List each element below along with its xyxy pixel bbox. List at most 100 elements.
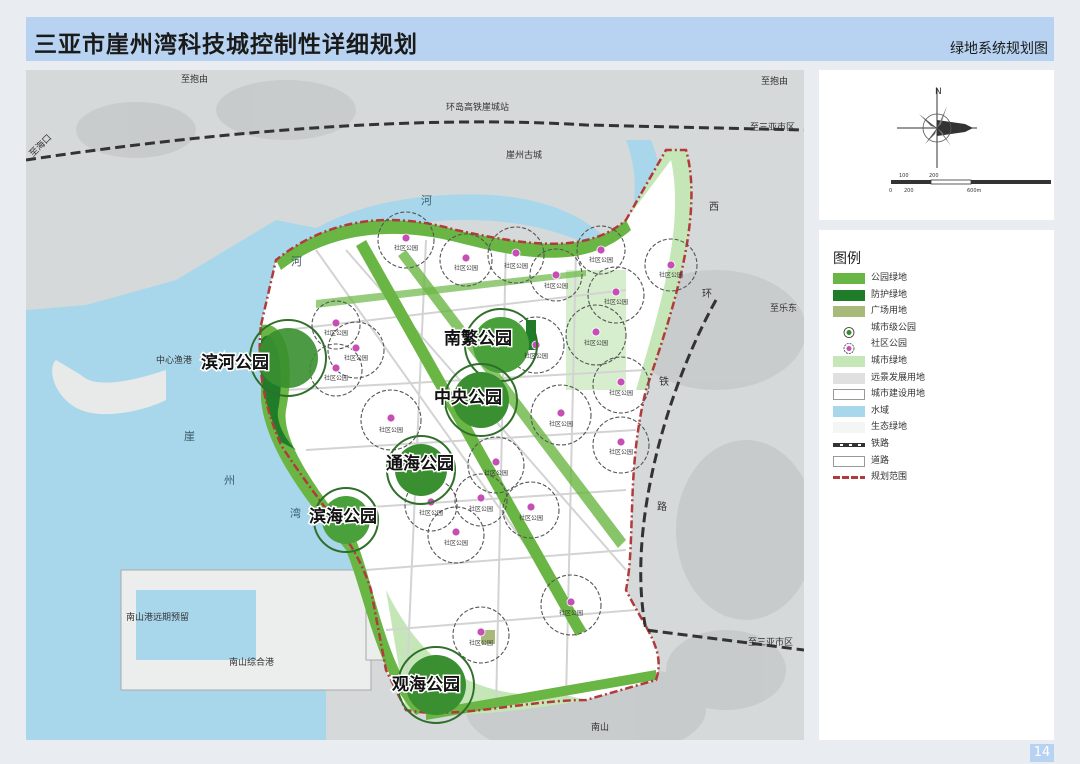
legend-label: 城市绿地 bbox=[871, 356, 908, 366]
legend-swatch bbox=[833, 443, 865, 447]
legend-label: 城市级公园 bbox=[871, 322, 917, 333]
cp-label: 社区公园 bbox=[589, 256, 613, 264]
legend-label: 水域 bbox=[871, 405, 890, 416]
legend-item: 道路 bbox=[833, 455, 1043, 469]
legend-item: 公园绿地 bbox=[833, 272, 1043, 286]
label-zhibaoyou-right: 至抱由 bbox=[761, 75, 788, 87]
bay-char-1: 崖 bbox=[184, 430, 195, 443]
legend-item: 社区公园 bbox=[833, 338, 1043, 355]
cp-label: 社区公园 bbox=[604, 298, 628, 306]
map-subtitle: 绿地系统规划图 bbox=[950, 41, 1048, 57]
cp-label: 社区公园 bbox=[324, 374, 348, 382]
wind-rose-icon bbox=[897, 88, 977, 168]
legend-item: 防护绿地 bbox=[833, 289, 1043, 303]
cp-label: 社区公园 bbox=[379, 426, 403, 434]
cp-label: 社区公园 bbox=[549, 420, 573, 428]
legend-label: 公园绿地 bbox=[871, 273, 908, 283]
legend-item: 广场用地 bbox=[833, 305, 1043, 319]
legend-label: 铁路 bbox=[871, 439, 890, 449]
compass-panel: N 100 200 0 200 600m bbox=[819, 70, 1054, 220]
legend-item: 规划范围 bbox=[833, 471, 1043, 485]
legend-label: 广场用地 bbox=[871, 306, 908, 317]
legend-label: 城市建设用地 bbox=[871, 389, 926, 400]
label-nanshan: 南山 bbox=[591, 721, 609, 733]
label-zhiledong: 至乐东 bbox=[770, 302, 797, 314]
legend-swatch bbox=[833, 422, 865, 434]
cp-label: 社区公园 bbox=[524, 352, 548, 360]
bay-char-3: 湾 bbox=[290, 506, 301, 520]
scale-bottom-1: 0 bbox=[889, 188, 892, 194]
label-nanshan-far: 南山港远期预留 bbox=[126, 611, 189, 623]
cp-label: 社区公园 bbox=[344, 354, 368, 362]
scale-top-1: 100 bbox=[899, 173, 909, 179]
scale-bottom-3: 600m bbox=[967, 188, 982, 194]
legend-swatch bbox=[833, 356, 865, 367]
cp-label: 社区公园 bbox=[519, 514, 543, 522]
label-sanya-top: 至三亚市区 bbox=[750, 121, 795, 133]
rail-char-3: 铁 bbox=[659, 375, 669, 388]
label-huandao-rail: 环岛高铁崖城站 bbox=[446, 101, 509, 113]
cp-label: 社区公园 bbox=[484, 469, 508, 477]
legend-swatch bbox=[833, 476, 865, 480]
cp-label: 社区公园 bbox=[544, 282, 568, 290]
legend-swatch bbox=[833, 273, 865, 284]
cp-label: 社区公园 bbox=[659, 271, 683, 279]
cp-label: 社区公园 bbox=[584, 339, 608, 347]
legend-label: 远景发展用地 bbox=[871, 372, 926, 383]
page-title: 三亚市崖州湾科技城控制性详细规划 bbox=[34, 32, 418, 58]
river-char-1: 河 bbox=[291, 255, 302, 268]
legend-label: 生态绿地 bbox=[871, 422, 908, 433]
legend-swatch bbox=[833, 372, 865, 384]
legend-swatch bbox=[833, 389, 865, 401]
park-label-tonghai: 通海公园 bbox=[386, 453, 454, 474]
cp-label: 社区公园 bbox=[469, 639, 493, 647]
legend-swatch bbox=[833, 306, 865, 318]
legend-swatch bbox=[833, 339, 865, 355]
legend-label: 道路 bbox=[871, 455, 890, 466]
cp-label: 社区公园 bbox=[394, 244, 418, 252]
north-label: N bbox=[935, 87, 942, 97]
legend-item: 铁路 bbox=[833, 438, 1043, 452]
label-zhibaoyou-top: 至抱由 bbox=[181, 73, 208, 85]
bay-char-2: 州 bbox=[224, 474, 235, 487]
cp-label: 社区公园 bbox=[469, 505, 493, 513]
label-zhongxin-port: 中心渔港 bbox=[156, 354, 192, 366]
cp-label: 社区公园 bbox=[609, 389, 633, 397]
cp-label: 社区公园 bbox=[504, 262, 528, 270]
map-canvas: 至抱由 至抱由 至海口 至三亚市区 至三亚市区 至乐东 环岛高铁崖城站 崖州古城… bbox=[26, 70, 804, 740]
scale-top-2: 200 bbox=[929, 173, 939, 179]
legend-label: 防护绿地 bbox=[871, 289, 908, 300]
nanshan-basin bbox=[136, 590, 256, 660]
cp-label: 社区公园 bbox=[609, 448, 633, 456]
legend-swatch bbox=[833, 455, 865, 467]
label-sanya-bottom: 至三亚市区 bbox=[748, 636, 793, 648]
rail-char-4: 路 bbox=[657, 500, 667, 513]
legend-swatch bbox=[833, 323, 865, 338]
rail-char-1: 西 bbox=[709, 202, 719, 213]
legend-item: 城市绿地 bbox=[833, 355, 1043, 369]
scale-bottom-2: 200 bbox=[904, 188, 914, 194]
park-label-binhe: 滨河公园 bbox=[201, 352, 269, 373]
cp-label: 社区公园 bbox=[419, 509, 443, 517]
legend-title: 图例 bbox=[833, 251, 861, 267]
label-yazhou-old: 崖州古城 bbox=[506, 149, 542, 161]
header-bar: 三亚市崖州湾科技城控制性详细规划 绿地系统规划图 bbox=[26, 17, 1054, 61]
legend-item: 生态绿地 bbox=[833, 421, 1043, 435]
cp-label: 社区公园 bbox=[444, 539, 468, 547]
legend-item: 城市建设用地 bbox=[833, 388, 1043, 402]
park-label-guanhai: 观海公园 bbox=[391, 674, 460, 695]
legend-swatch bbox=[833, 405, 865, 417]
cp-label: 社区公园 bbox=[454, 264, 478, 272]
park-label-nanfan: 南繁公园 bbox=[444, 328, 512, 349]
label-nanshan-port: 南山综合港 bbox=[229, 656, 274, 668]
legend-item: 城市级公园 bbox=[833, 322, 1043, 338]
legend-panel: 图例 公园绿地防护绿地广场用地城市级公园社区公园 城市绿地远景发展用地 城市建设用地… bbox=[819, 230, 1054, 740]
river-char-2: 河 bbox=[421, 194, 432, 207]
cp-label: 社区公园 bbox=[324, 329, 348, 337]
rail-char-2: 环 bbox=[702, 289, 712, 300]
legend-item: 水域 bbox=[833, 405, 1043, 419]
park-label-zhongyang: 中央公园 bbox=[434, 387, 502, 408]
scale-bar bbox=[891, 179, 1051, 185]
page-number: 14 bbox=[1030, 744, 1054, 762]
legend-item: 远景发展用地 bbox=[833, 372, 1043, 386]
